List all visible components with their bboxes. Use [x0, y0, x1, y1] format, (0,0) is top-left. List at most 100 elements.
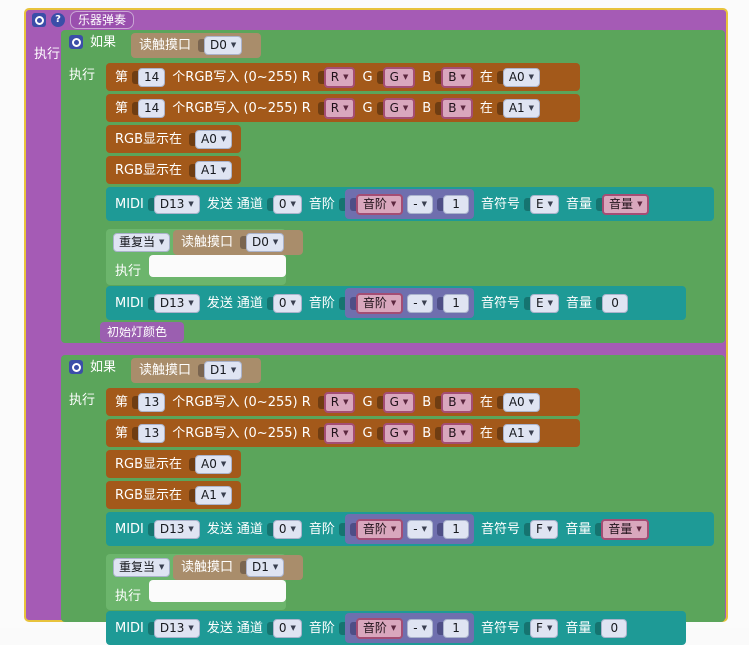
operator-dropdown[interactable]: - ▼	[407, 618, 434, 638]
var-scale[interactable]: 音阶 ▼	[355, 292, 404, 314]
rgb-write-block-4[interactable]: 第 13 个RGB写入 (0~255) R R ▼ G G ▼ B B ▼ 在 A1 ▼	[106, 419, 580, 447]
read-touch-port-label: 读触摸口	[139, 363, 192, 378]
rgb-show-pin-dropdown[interactable]: A0 ▼	[195, 454, 233, 474]
rgb-show-block-3[interactable]: RGB显示在 A0 ▼	[106, 450, 241, 478]
midi-block-off-1[interactable]: MIDI D13 ▼ 发送 通道 0 ▼ 音阶 音阶 ▼ - ▼ 1 音符号 E…	[106, 286, 686, 320]
block-notch	[118, 156, 140, 161]
var-r[interactable]: R ▼	[323, 391, 356, 413]
var-r[interactable]: R ▼	[323, 66, 356, 88]
rgb-write-block-3[interactable]: 第 13 个RGB写入 (0~255) R R ▼ G G ▼ B B ▼ 在 A0 ▼	[106, 388, 580, 416]
midi-note-dropdown[interactable]: F ▼	[530, 519, 559, 539]
rgb-pin-dropdown[interactable]: A0 ▼	[502, 392, 541, 412]
midi-note-dropdown[interactable]: E ▼	[530, 194, 560, 214]
gear-icon[interactable]	[69, 360, 83, 374]
var-r[interactable]: R ▼	[323, 97, 356, 119]
volume-label: 音量	[566, 196, 593, 212]
operand-field[interactable]: 1	[443, 293, 470, 313]
read-touch-port-d1[interactable]: 读触摸口 D1 ▼	[131, 358, 261, 383]
math-subtract-block[interactable]: 音阶 ▼ - ▼ 1	[344, 288, 475, 318]
var-scale[interactable]: 音阶 ▼	[355, 617, 404, 639]
var-scale[interactable]: 音阶 ▼	[355, 518, 404, 540]
gear-icon[interactable]	[32, 13, 46, 27]
math-subtract-block[interactable]: 音阶 ▼ - ▼ 1	[344, 613, 475, 643]
midi-channel-dropdown[interactable]: 0 ▼	[272, 293, 302, 313]
socket-plug	[266, 197, 273, 211]
midi-volume-field[interactable]: 0	[602, 293, 629, 313]
scale-label: 音阶	[308, 295, 335, 311]
at-label: 在	[479, 394, 493, 410]
var-g[interactable]: G ▼	[382, 97, 416, 119]
operator-dropdown[interactable]: - ▼	[407, 293, 434, 313]
midi-block-off-2[interactable]: MIDI D13 ▼ 发送 通道 0 ▼ 音阶 音阶 ▼ - ▼ 1 音符号 F…	[106, 611, 686, 645]
help-icon[interactable]: ?	[51, 13, 65, 27]
g-label: G	[362, 425, 373, 441]
rgb-index-field[interactable]: 14	[138, 67, 166, 87]
blockly-workspace[interactable]: ? 乐器弹奏 执行 如果 执行 读触摸口 D0 ▼ 第 14 个RGB写入 (0~…	[0, 0, 749, 645]
var-scale[interactable]: 音阶 ▼	[355, 193, 404, 215]
rgb-show-pin-dropdown[interactable]: A1 ▼	[195, 485, 233, 505]
math-subtract-block[interactable]: 音阶 ▼ - ▼ 1	[344, 514, 475, 544]
midi-channel-dropdown[interactable]: 0 ▼	[272, 519, 302, 539]
read-touch-port-while-d1[interactable]: 读触摸口 D1 ▼	[173, 555, 303, 580]
midi-pin-dropdown[interactable]: D13 ▼	[153, 293, 200, 313]
operand-field[interactable]: 1	[443, 194, 470, 214]
midi-pin-dropdown[interactable]: D13 ▼	[153, 519, 200, 539]
rgb-pin-dropdown[interactable]: A0 ▼	[502, 67, 541, 87]
touch-port-dropdown[interactable]: D1 ▼	[246, 558, 285, 577]
rgb-show-pin-dropdown[interactable]: A1 ▼	[195, 160, 233, 180]
midi-volume-field[interactable]: 0	[601, 618, 628, 638]
rgb-index-field[interactable]: 13	[138, 392, 166, 412]
midi-block-on-2[interactable]: MIDI D13 ▼ 发送 通道 0 ▼ 音阶 音阶 ▼ - ▼ 1 音符号 F…	[106, 512, 714, 546]
var-b[interactable]: B ▼	[441, 391, 473, 413]
rgb-show-block-1[interactable]: RGB显示在 A0 ▼	[106, 125, 241, 153]
rgb-write-block-1[interactable]: 第 14 个RGB写入 (0~255) R R ▼ G G ▼ B B ▼ 在 A0 ▼	[106, 63, 580, 91]
gear-icon[interactable]	[69, 35, 83, 49]
rgb-show-block-2[interactable]: RGB显示在 A1 ▼	[106, 156, 241, 184]
g-label: G	[362, 69, 373, 85]
var-g[interactable]: G ▼	[382, 422, 416, 444]
rgb-index-field[interactable]: 14	[138, 98, 166, 118]
while-mode-dropdown[interactable]: 重复当 ▼	[113, 557, 171, 577]
rgb-index-field[interactable]: 13	[138, 423, 166, 443]
operator-dropdown[interactable]: - ▼	[407, 519, 434, 539]
midi-pin-dropdown[interactable]: D13 ▼	[153, 194, 200, 214]
var-b[interactable]: B ▼	[441, 97, 473, 119]
rgb-pin-dropdown[interactable]: A1 ▼	[502, 423, 541, 443]
nth-label: 第	[115, 100, 129, 116]
socket-plug	[317, 395, 324, 409]
var-r[interactable]: R ▼	[323, 422, 356, 444]
read-touch-port-while-d0[interactable]: 读触摸口 D0 ▼	[173, 230, 303, 255]
midi-note-dropdown[interactable]: E ▼	[530, 293, 560, 313]
midi-note-dropdown[interactable]: F ▼	[530, 618, 559, 638]
touch-port-dropdown[interactable]: D1 ▼	[204, 361, 243, 380]
midi-channel-dropdown[interactable]: 0 ▼	[272, 194, 302, 214]
midi-pin-dropdown[interactable]: D13 ▼	[153, 618, 200, 638]
channel-label: 通道	[236, 295, 263, 311]
procedure-call-init-light-color[interactable]: 初始灯颜色	[100, 322, 184, 342]
operand-field[interactable]: 1	[443, 618, 470, 638]
operator-dropdown[interactable]: - ▼	[407, 194, 434, 214]
while-mode-dropdown[interactable]: 重复当 ▼	[113, 232, 171, 252]
rgb-pin-dropdown[interactable]: A1 ▼	[502, 98, 541, 118]
socket-plug	[349, 197, 356, 211]
operand-field[interactable]: 1	[443, 519, 470, 539]
math-subtract-block[interactable]: 音阶 ▼ - ▼ 1	[344, 189, 475, 219]
procedure-call-label: 初始灯颜色	[107, 325, 168, 339]
var-g[interactable]: G ▼	[382, 66, 416, 88]
socket-plug	[496, 70, 503, 84]
var-volume[interactable]: 音量 ▼	[601, 518, 649, 540]
var-b[interactable]: B ▼	[441, 422, 473, 444]
touch-port-dropdown[interactable]: D0 ▼	[246, 233, 285, 252]
var-g[interactable]: G ▼	[382, 391, 416, 413]
var-b[interactable]: B ▼	[441, 66, 473, 88]
touch-port-dropdown[interactable]: D0 ▼	[204, 36, 243, 55]
read-touch-port-d0[interactable]: 读触摸口 D0 ▼	[131, 33, 261, 58]
g-label: G	[362, 100, 373, 116]
while-do-label: 执行	[115, 264, 142, 279]
rgb-write-block-2[interactable]: 第 14 个RGB写入 (0~255) R R ▼ G G ▼ B B ▼ 在 A1 ▼	[106, 94, 580, 122]
rgb-show-pin-dropdown[interactable]: A0 ▼	[195, 129, 233, 149]
rgb-show-block-4[interactable]: RGB显示在 A1 ▼	[106, 481, 241, 509]
midi-block-on-1[interactable]: MIDI D13 ▼ 发送 通道 0 ▼ 音阶 音阶 ▼ - ▼ 1 音符号 E…	[106, 187, 714, 221]
var-volume[interactable]: 音量 ▼	[602, 193, 650, 215]
midi-channel-dropdown[interactable]: 0 ▼	[272, 618, 302, 638]
